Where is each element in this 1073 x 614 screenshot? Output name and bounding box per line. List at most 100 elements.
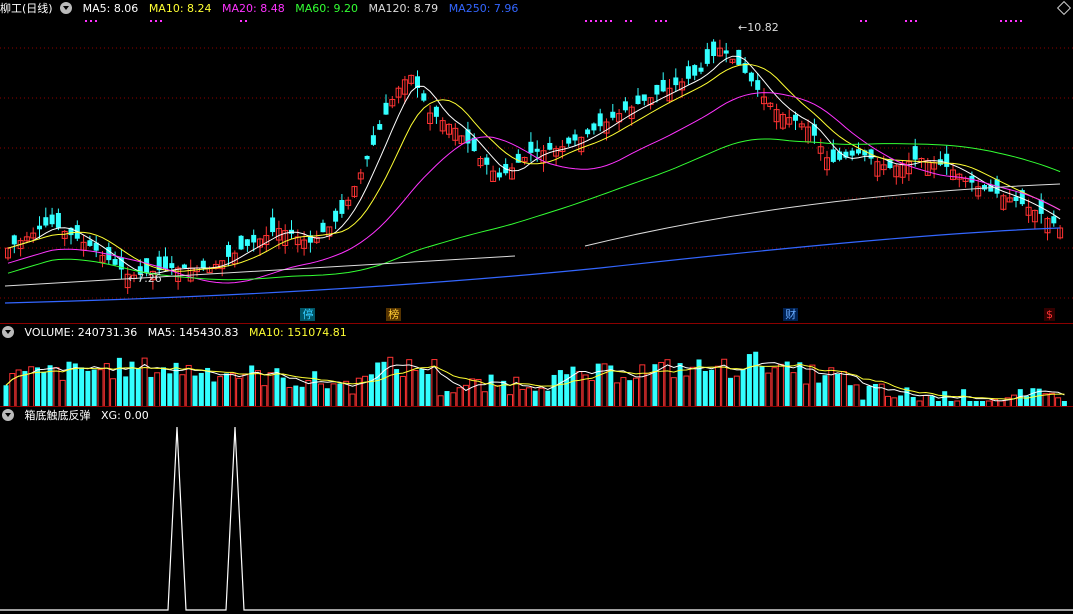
volume-bar-up — [255, 370, 261, 407]
collapse-icon[interactable] — [60, 2, 73, 14]
volume-bar-up — [588, 380, 595, 407]
signal-dot — [90, 20, 92, 22]
signal-dot — [85, 20, 87, 22]
candle-down — [641, 94, 647, 101]
indicator-chart[interactable] — [0, 425, 1073, 614]
candle-down — [635, 95, 641, 104]
volume-bar-up — [633, 377, 639, 407]
volume-bar-down — [312, 371, 318, 407]
volume-bar-down — [961, 389, 967, 407]
volume-bar-up — [1042, 393, 1049, 407]
candle-down — [704, 49, 710, 64]
candle-down — [547, 142, 553, 150]
volume-bar-up — [790, 372, 797, 407]
signal-dot — [610, 20, 612, 22]
ma20-legend: MA20: 8.48 — [222, 2, 285, 15]
signal-dot — [245, 20, 247, 22]
volume-bar-up — [828, 367, 835, 407]
volume-bar-up — [614, 382, 621, 407]
candle-down — [944, 153, 950, 167]
candle-down — [711, 41, 717, 56]
volume-bar-down — [728, 377, 733, 407]
candle-down — [793, 114, 798, 121]
candlestick-chart[interactable]: ←10.82 ←7.26 — [0, 18, 1073, 323]
indicator-panel[interactable]: 箱底触底反弹 XG: 0.00 — [0, 406, 1073, 614]
volume-bar-down — [595, 363, 601, 407]
volume-panel[interactable]: VOLUME: 240731.36 MA5: 145430.83 MA10: 1… — [0, 323, 1073, 407]
candle-down — [433, 106, 439, 117]
volume-bar-down — [570, 366, 576, 407]
event-mark-1[interactable]: 榜 — [386, 308, 402, 321]
volume-bar-down — [324, 388, 330, 407]
volume-bar-down — [79, 367, 85, 407]
candle-down — [112, 258, 118, 265]
ma250-legend: MA250: 7.96 — [448, 2, 519, 15]
volume-bar-up — [399, 375, 406, 407]
volume-bar-up — [305, 380, 312, 407]
volume-bar-down — [148, 376, 154, 407]
candle-down — [364, 155, 370, 160]
volume-bar-up — [97, 369, 104, 407]
signal-dot — [915, 20, 917, 22]
volume-bar-down — [41, 371, 47, 407]
ma60-legend: MA60: 9.20 — [295, 2, 358, 15]
volume-bar-up — [217, 376, 224, 407]
candle-down — [320, 222, 326, 233]
candle-down — [238, 235, 244, 250]
candle-down — [87, 240, 93, 246]
volume-bar-up — [103, 363, 110, 407]
volume-bar-up — [664, 359, 671, 407]
signal-dot — [240, 20, 242, 22]
volume-bar-up — [645, 372, 652, 407]
volume-bar-down — [394, 369, 400, 407]
collapse-icon[interactable] — [2, 326, 14, 338]
candle-down — [169, 263, 175, 268]
candle-down — [622, 101, 628, 111]
signal-dot — [1020, 20, 1022, 22]
candle-down — [244, 239, 250, 246]
signal-dot — [860, 20, 862, 22]
volume-bar-up — [809, 364, 816, 407]
volume-bar-up — [513, 376, 520, 407]
volume-bar-down — [3, 385, 9, 407]
price-panel[interactable]: 柳工(日线) MA5: 8.06 MA10: 8.24 MA20: 8.48 M… — [0, 0, 1073, 323]
volume-bar-down — [22, 371, 28, 407]
candle-down — [496, 172, 502, 178]
volume-bar-up — [670, 377, 677, 407]
volume-bar-up — [765, 372, 772, 407]
signal-dot — [665, 20, 667, 22]
volume-bar-up — [481, 391, 488, 407]
volume-bar-down — [425, 374, 431, 407]
volume-bars[interactable] — [0, 342, 1073, 407]
candle-down — [849, 150, 855, 156]
volume-bar-up — [689, 366, 696, 407]
candle-down — [597, 113, 603, 127]
volume-bar-up — [803, 383, 810, 407]
volume-bar-down — [375, 362, 381, 407]
ma120-line — [4, 183, 1061, 287]
volume-bar-down — [942, 391, 948, 407]
volume-bar-down — [85, 370, 91, 407]
candle-down — [37, 225, 42, 230]
candle-down — [585, 129, 591, 135]
ma5-legend: MA5: 8.06 — [82, 2, 139, 15]
signal-dot — [95, 20, 97, 22]
candle-down — [339, 199, 345, 214]
signal-dot — [160, 20, 162, 22]
candle-down — [528, 141, 534, 153]
volume-bar-up — [683, 375, 690, 407]
candle-down — [251, 234, 257, 243]
volume-bar-down — [551, 374, 557, 407]
candle-down — [698, 67, 704, 72]
event-mark-0[interactable]: 停 — [300, 308, 316, 321]
candle-down — [830, 149, 836, 162]
volume-bar-up — [261, 385, 268, 407]
ma120-legend: MA120: 8.79 — [368, 2, 439, 15]
event-mark-2[interactable]: 财 — [783, 308, 799, 321]
candle-down — [163, 256, 168, 269]
volume-bar-down — [627, 380, 633, 407]
event-mark-3[interactable]: $ — [1044, 308, 1056, 321]
volume-bar-down — [557, 370, 563, 407]
collapse-icon[interactable] — [2, 409, 14, 421]
candle-down — [200, 260, 206, 268]
